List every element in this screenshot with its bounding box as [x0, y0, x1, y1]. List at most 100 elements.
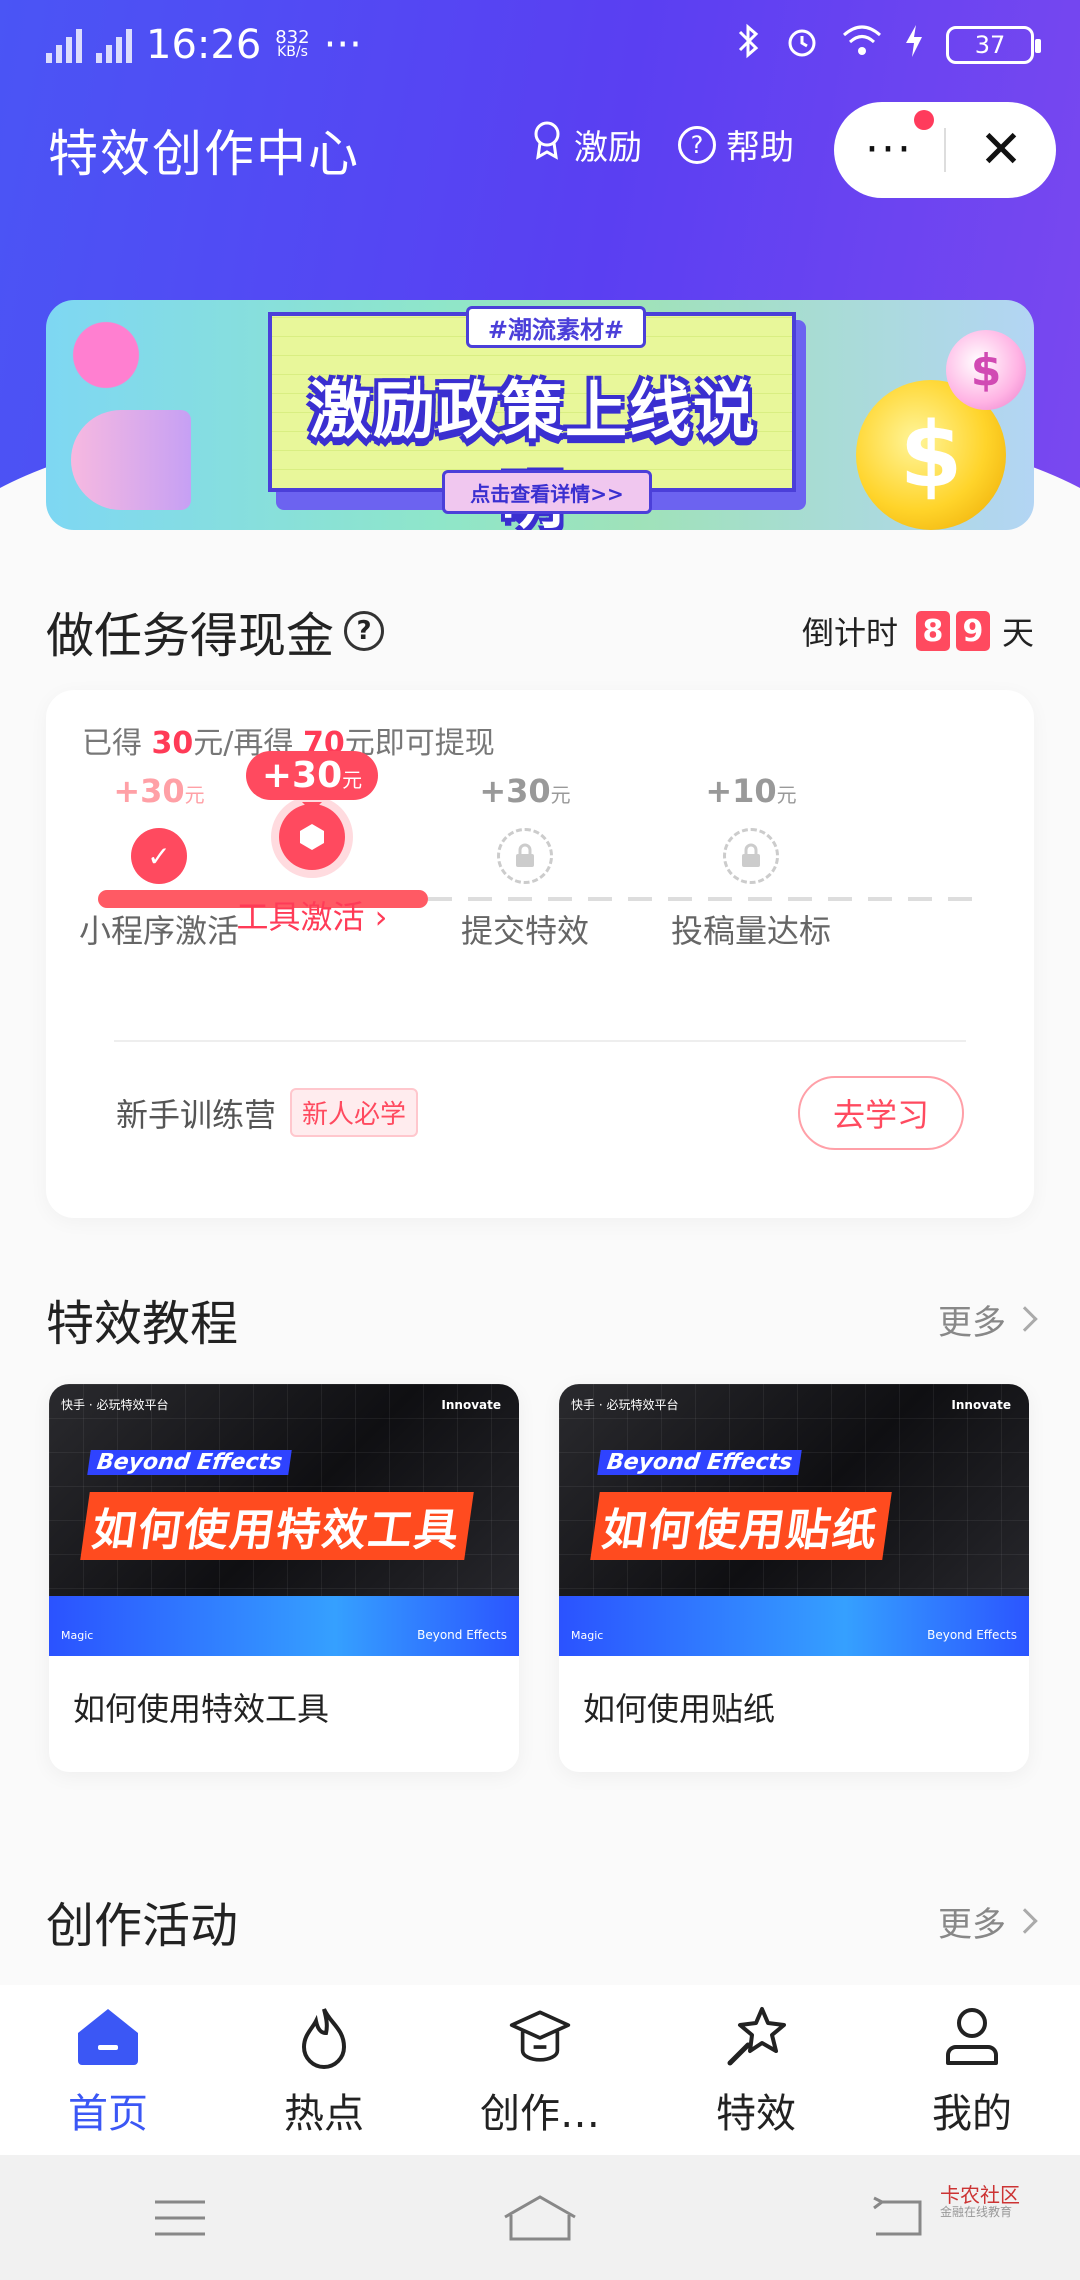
- close-button[interactable]: ✕: [946, 120, 1056, 180]
- help-button[interactable]: ? 帮助: [678, 120, 794, 169]
- thumb-logo: Beyond Effects: [927, 1628, 1017, 1642]
- training-camp: 新手训练营 新人必学: [116, 1088, 419, 1137]
- title-bar: 特效创作中心 激励 ? 帮助 ··· ✕: [0, 100, 1080, 200]
- status-time: 16:26: [146, 22, 262, 68]
- activities-more-link[interactable]: 更多: [938, 1897, 1038, 1946]
- go-learn-button[interactable]: 去学习: [798, 1076, 964, 1150]
- megaphone-icon: [71, 410, 191, 510]
- home-icon: [76, 2005, 140, 2069]
- step-amount-value: +10: [705, 772, 777, 810]
- thumb-heading: 如何使用特效工具: [80, 1492, 474, 1560]
- task-step-submit[interactable]: +30元 提交特效: [412, 772, 638, 952]
- countdown-digit: 9: [955, 611, 990, 651]
- earned-prefix: 已得: [82, 726, 152, 761]
- magic-wand-icon: [724, 2005, 788, 2069]
- tab-hot[interactable]: 热点: [216, 1985, 432, 2155]
- tab-effects[interactable]: 特效: [648, 1985, 864, 2155]
- thumb-innovate: Innovate: [951, 1398, 1011, 1412]
- tutorial-thumbnail: 快手 · 必玩特效平台 Innovate Beyond Effects 如何使用…: [559, 1384, 1029, 1656]
- title-actions: 激励 ? 帮助: [530, 120, 794, 169]
- tutorial-card[interactable]: 快手 · 必玩特效平台 Innovate Beyond Effects 如何使用…: [559, 1384, 1029, 1772]
- watermark: 卡农社区 金融在线教育: [940, 2184, 1020, 2219]
- tasks-header: 做任务得现金 ? 倒计时 8 9 天: [46, 596, 1034, 666]
- menu-lines-icon: [155, 2200, 205, 2235]
- alarm-icon: [784, 23, 820, 68]
- tasks-title: 做任务得现金: [46, 608, 335, 664]
- tab-home[interactable]: 首页: [0, 1985, 216, 2155]
- help-label: 帮助: [726, 128, 794, 168]
- battery-icon: 37: [946, 26, 1041, 64]
- starburst-decoration: [46, 300, 166, 410]
- step-label: 投稿量达标: [670, 912, 831, 950]
- thumb-badge: 快手 · 必玩特效平台: [571, 1398, 679, 1412]
- more-menu-button[interactable]: ···: [834, 110, 944, 172]
- back-nav-button[interactable]: [720, 2196, 1080, 2240]
- step-amount-bubble: +30元: [245, 751, 379, 812]
- thumb-badge: 快手 · 必玩特效平台: [61, 1398, 169, 1412]
- countdown-digit: 8: [915, 611, 950, 651]
- status-more: ···: [323, 22, 362, 68]
- status-right: 37: [736, 23, 1041, 68]
- earned-amount: 30: [151, 726, 194, 761]
- notification-dot: [914, 110, 934, 130]
- thumb-brand: Beyond Effects: [597, 1450, 802, 1475]
- watermark-sub: 金融在线教育: [940, 2205, 1013, 2219]
- step-amount: +10元: [638, 772, 864, 810]
- chevron-right-icon: [1012, 1908, 1038, 1934]
- thumb-logo: Beyond Effects: [417, 1628, 507, 1642]
- tab-label: 热点: [284, 2091, 364, 2137]
- page: 16:26 832 KB/s ··· 37 特效创作中心 激励 ? 帮助 ···…: [0, 0, 1080, 2280]
- net-speed-unit: KB/s: [277, 44, 308, 60]
- banner-detail-button[interactable]: 点击查看详情>>: [442, 470, 652, 514]
- net-speed-value: 832: [275, 27, 310, 48]
- back-icon: [873, 2196, 922, 2235]
- net-speed: 832 KB/s: [275, 27, 310, 60]
- task-step-volume[interactable]: +10元 投稿量达标: [638, 772, 864, 952]
- thumb-magic: Magic: [61, 1629, 94, 1642]
- question-icon[interactable]: ?: [344, 611, 385, 651]
- page-title: 特效创作中心: [48, 125, 360, 183]
- divider: [114, 1040, 966, 1042]
- activities-title: 创作活动: [46, 1898, 239, 1954]
- tutorial-card[interactable]: 快手 · 必玩特效平台 Innovate Beyond Effects 如何使用…: [49, 1384, 519, 1772]
- newbie-badge: 新人必学: [290, 1088, 419, 1137]
- promo-banner[interactable]: #潮流素材# 激励政策上线说明 点击查看详情>> $ $: [46, 300, 1034, 530]
- reward-label: 激励: [574, 128, 642, 168]
- home-outline-icon: [504, 2194, 576, 2240]
- signal-icon: [46, 27, 82, 63]
- tutorial-name: 如何使用贴纸: [583, 1690, 776, 1728]
- tab-label: 首页: [68, 2091, 148, 2137]
- recent-apps-button[interactable]: [0, 2198, 360, 2238]
- tutorials-more-link[interactable]: 更多: [938, 1295, 1038, 1344]
- graduation-cap-icon: [508, 2005, 572, 2069]
- tutorials-title: 特效教程: [46, 1296, 239, 1352]
- small-coin-icon: $: [946, 330, 1026, 410]
- signal-4g-icon: [96, 27, 132, 63]
- bottom-tab-bar: 首页 热点 创作… 特效 我的: [0, 1985, 1080, 2155]
- lock-icon: [497, 828, 553, 884]
- task-step-tool[interactable]: +30元 工具激活 ›: [199, 751, 425, 938]
- cube-icon: [279, 804, 345, 870]
- step-amount-value: +30: [479, 772, 551, 810]
- tab-label: 我的: [932, 2091, 1012, 2137]
- user-icon: [940, 2005, 1004, 2069]
- reward-button[interactable]: 激励: [530, 120, 642, 169]
- activities-header: 创作活动 更多: [46, 1886, 1038, 1956]
- flame-icon: [292, 2005, 356, 2069]
- step-amount-value: +30: [261, 755, 343, 796]
- wifi-icon: [842, 25, 882, 66]
- tab-create[interactable]: 创作…: [432, 1985, 648, 2155]
- thumb-heading: 如何使用贴纸: [590, 1492, 892, 1560]
- tab-mine[interactable]: 我的: [864, 1985, 1080, 2155]
- step-amount-unit: 元: [342, 768, 363, 792]
- home-nav-button[interactable]: [360, 2194, 720, 2241]
- miniprogram-capsule: ··· ✕: [834, 102, 1056, 198]
- task-card: 已得 30元/再得 70元即可提现 +30元 ✓ 小程序激活 +30元 工具激活…: [46, 690, 1034, 1218]
- step-label: 工具激活 ›: [236, 898, 388, 936]
- thumb-brand: Beyond Effects: [87, 1450, 292, 1475]
- check-icon: ✓: [131, 828, 187, 884]
- charging-icon: [904, 23, 924, 68]
- more-dots-icon: ···: [865, 124, 913, 175]
- step-amount: +30元: [412, 772, 638, 810]
- thumb-magic: Magic: [571, 1629, 604, 1642]
